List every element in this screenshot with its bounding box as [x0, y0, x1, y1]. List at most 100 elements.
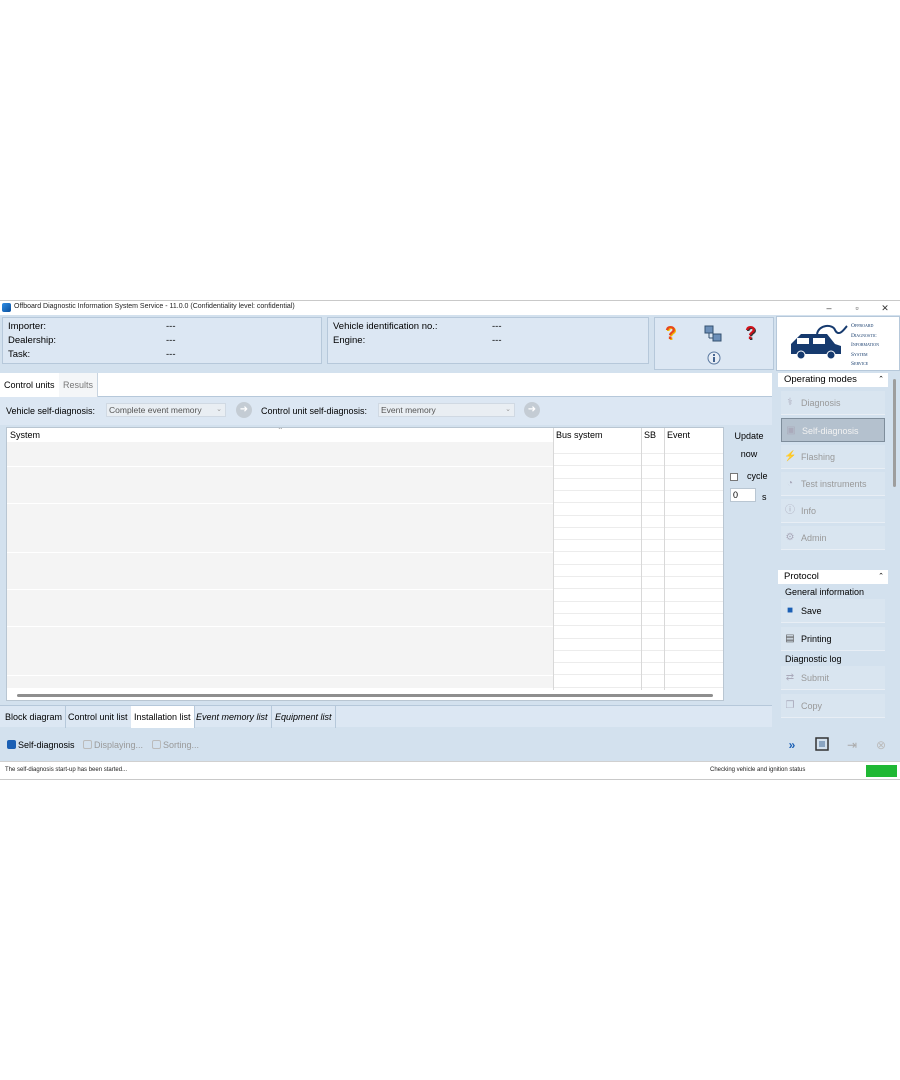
table-row[interactable]: [7, 601, 723, 614]
restore-button[interactable]: ▫: [843, 301, 871, 315]
table-cell: [7, 601, 553, 614]
gauge-icon: ◔: [786, 478, 794, 489]
self-diagnosis-button[interactable]: Self-diagnosis: [5, 735, 77, 755]
table-row[interactable]: [7, 540, 723, 553]
vin-value: ---: [492, 321, 502, 332]
collapse-caret-icon: ⌃: [878, 573, 884, 580]
column-event[interactable]: Event: [667, 430, 690, 440]
self-diagnosis-mode-icon: ▣: [786, 425, 796, 436]
sidebar-scrollbar[interactable]: [893, 379, 896, 487]
table-row[interactable]: [7, 552, 723, 565]
connection-status-indicator: [866, 765, 897, 777]
table-row[interactable]: [7, 614, 723, 627]
tab-results[interactable]: Results: [59, 373, 99, 397]
tab-equipment-list[interactable]: Equipment list: [272, 706, 336, 728]
column-bus-system[interactable]: Bus system: [556, 430, 603, 440]
status-bar: The self-diagnosis start-up has been sta…: [0, 761, 900, 779]
control-units-table[interactable]: System ⌃ Bus system SB Event: [6, 427, 724, 701]
tab-control-unit-list[interactable]: Control unit list: [65, 706, 132, 728]
table-row[interactable]: [7, 442, 723, 454]
control-unit-self-diagnosis-select[interactable]: Event memory ⌄: [378, 403, 515, 417]
login-icon[interactable]: ⇥: [844, 737, 860, 753]
copy-button[interactable]: ❐ Copy: [781, 694, 885, 718]
sorting-button[interactable]: Sorting...: [150, 735, 201, 755]
printer-icon: ▤: [785, 633, 795, 644]
screenshot-icon[interactable]: [814, 737, 830, 753]
table-row[interactable]: [7, 478, 723, 491]
horizontal-scrollbar[interactable]: [17, 694, 713, 697]
toolbar-panel: ? ?: [654, 317, 774, 370]
mode-flashing[interactable]: ⚡ Flashing: [781, 445, 885, 469]
engine-label: Engine:: [333, 335, 366, 346]
column-system[interactable]: System: [10, 430, 40, 440]
table-row[interactable]: [7, 589, 723, 602]
context-help-icon[interactable]: ?: [745, 324, 756, 342]
general-information-label: General information: [785, 587, 865, 597]
table-row[interactable]: [7, 663, 723, 676]
vehicle-self-diagnosis-select[interactable]: Complete event memory ⌄: [106, 403, 226, 417]
table-row[interactable]: [7, 503, 723, 516]
stethoscope-icon: ⚕: [787, 397, 793, 408]
close-button[interactable]: ✕: [871, 301, 899, 315]
help-icon[interactable]: ?: [665, 324, 676, 342]
table-row[interactable]: [7, 454, 723, 467]
table-cell: [7, 552, 553, 565]
network-icon[interactable]: [703, 324, 723, 347]
dealership-label: Dealership:: [8, 335, 57, 346]
protocol-header[interactable]: Protocol ⌃: [778, 570, 888, 584]
submit-button[interactable]: ⇄ Submit: [781, 666, 885, 690]
table-cell: [7, 454, 553, 467]
mode-self-diagnosis[interactable]: ▣ Self-diagnosis: [781, 418, 885, 442]
mode-test-instruments[interactable]: ◔ Test instruments: [781, 472, 885, 496]
table-cell: [7, 663, 553, 676]
printing-button[interactable]: ▤ Printing: [781, 627, 885, 651]
operating-modes-header[interactable]: Operating modes ⌃: [778, 373, 888, 387]
table-cell: [7, 515, 553, 528]
header: Importer: --- Dealership: --- Task: --- …: [0, 315, 900, 371]
table-row[interactable]: [7, 466, 723, 479]
cycle-checkbox[interactable]: [730, 473, 738, 481]
right-sidebar: Operating modes ⌃ ⚕ Diagnosis ▣ Self-diagno…: [776, 371, 900, 761]
view-tabs: Block diagram Control unit list Installa…: [0, 705, 772, 728]
mode-admin[interactable]: ⚙ Admin: [781, 526, 885, 550]
cycle-label: cycle: [747, 471, 768, 481]
table-row[interactable]: [7, 515, 723, 528]
table-cell: [7, 638, 553, 651]
mode-diagnosis[interactable]: ⚕ Diagnosis: [781, 391, 885, 415]
vehicle-go-button[interactable]: ➜: [236, 402, 252, 418]
column-sb[interactable]: SB: [644, 430, 656, 440]
cycle-seconds-input[interactable]: 0: [730, 488, 756, 502]
table-row[interactable]: [7, 675, 723, 688]
table-row[interactable]: [7, 626, 723, 639]
engine-value: ---: [492, 335, 502, 346]
table-row[interactable]: [7, 528, 723, 541]
table-row[interactable]: [7, 651, 723, 664]
tab-event-memory-list[interactable]: Event memory list: [193, 706, 272, 728]
importer-value: ---: [166, 321, 176, 332]
table-cell: [7, 626, 553, 639]
table-row[interactable]: [7, 491, 723, 504]
main-tabs: Control units Results: [0, 373, 772, 397]
window-title: Offboard Diagnostic Information System S…: [14, 303, 295, 310]
column-divider: [641, 428, 642, 690]
tab-control-units[interactable]: Control units: [0, 373, 60, 397]
app-icon: [2, 303, 11, 312]
table-row[interactable]: [7, 638, 723, 651]
info-icon[interactable]: [707, 351, 721, 371]
control-unit-go-button[interactable]: ➜: [524, 402, 540, 418]
mode-info[interactable]: ⓘ Info: [781, 499, 885, 523]
save-button[interactable]: ■ Save: [781, 599, 885, 623]
floppy-icon: ■: [786, 605, 794, 616]
displaying-button[interactable]: Displaying...: [81, 735, 145, 755]
forward-icon[interactable]: »: [784, 737, 800, 753]
table-cell: [7, 491, 553, 504]
title-bar: Offboard Diagnostic Information System S…: [0, 301, 900, 315]
navigation-bar: » ⇥ ⊗: [776, 731, 900, 759]
tab-block-diagram[interactable]: Block diagram: [2, 706, 67, 728]
tab-installation-list[interactable]: Installation list: [131, 706, 195, 728]
minimize-button[interactable]: –: [815, 301, 843, 315]
table-row[interactable]: [7, 577, 723, 590]
update-now-button[interactable]: Update now: [728, 427, 770, 463]
table-row[interactable]: [7, 565, 723, 577]
exit-icon[interactable]: ⊗: [873, 737, 889, 753]
